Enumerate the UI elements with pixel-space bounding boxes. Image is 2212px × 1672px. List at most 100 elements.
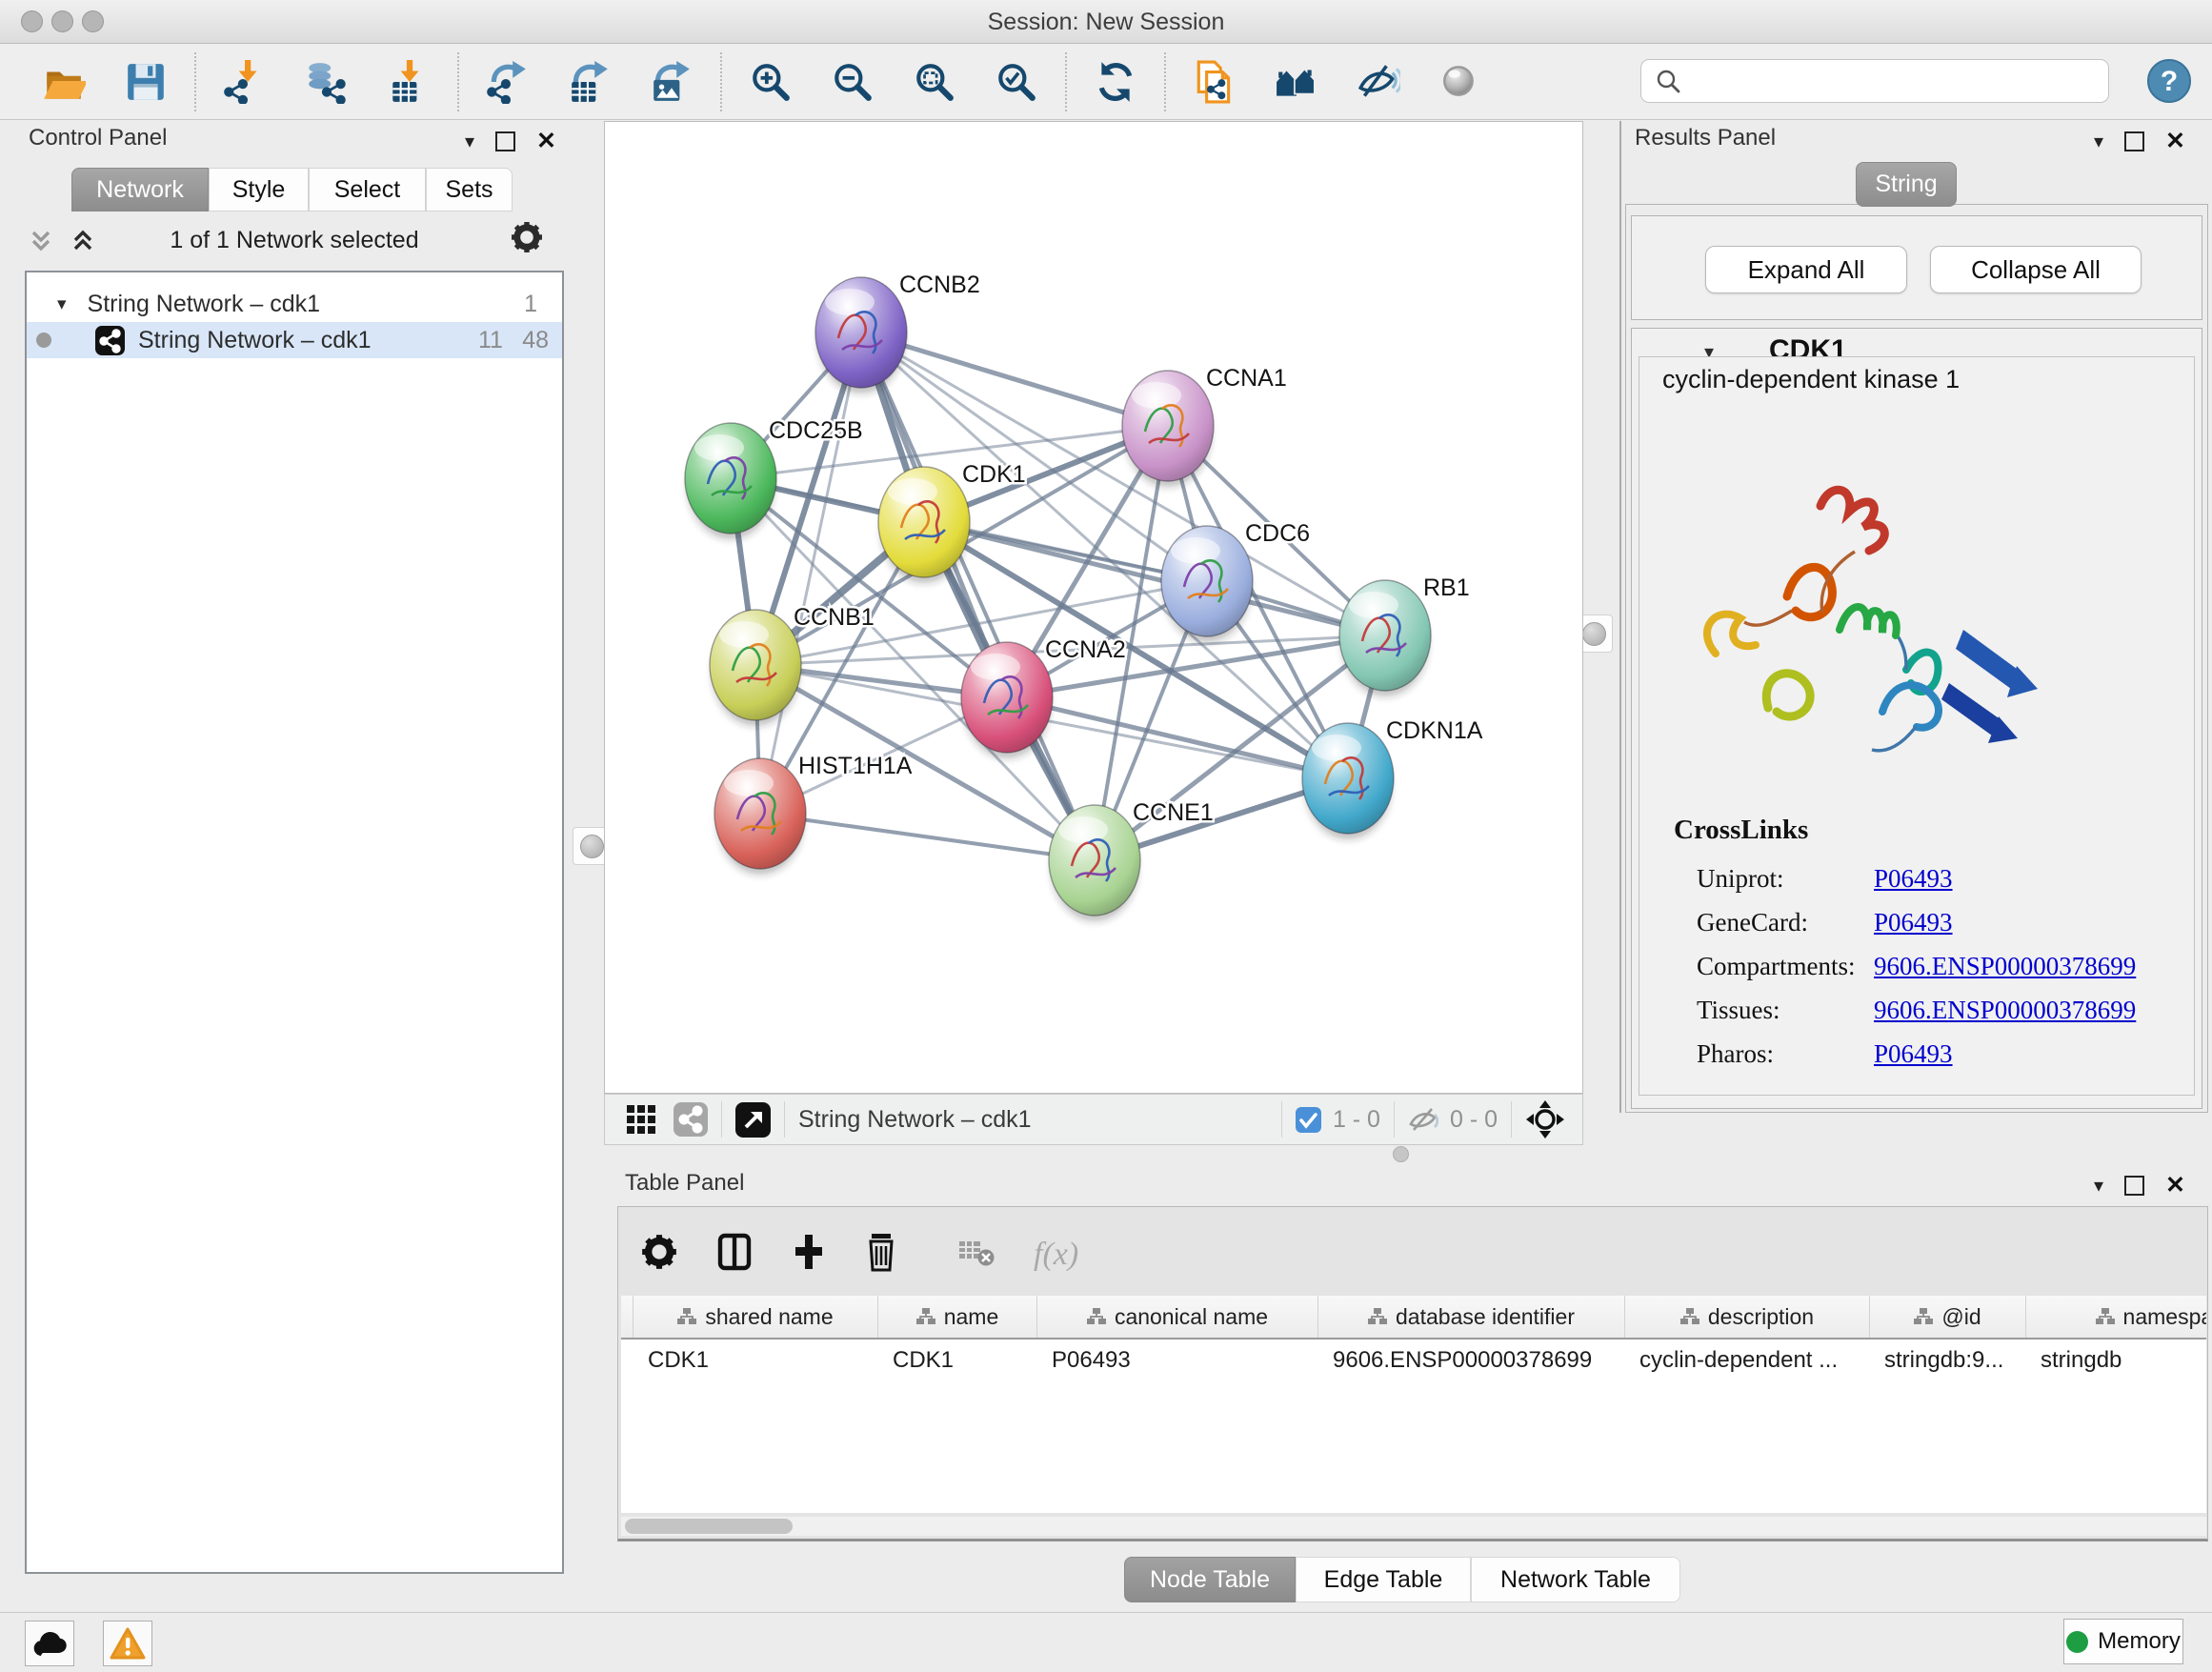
panel-close-icon[interactable]: ✕ <box>536 130 556 153</box>
import-table-icon[interactable] <box>368 48 450 116</box>
network-row-selected[interactable]: String Network – cdk1 11 48 <box>27 322 562 358</box>
network-canvas[interactable]: CCNB2 CCNA1 CDC25B CDK1 CDC6 RB1 CCNB1 <box>604 121 1583 1094</box>
export-table-icon[interactable] <box>549 48 631 116</box>
zoom-selected-icon[interactable] <box>975 48 1057 116</box>
refresh-icon[interactable] <box>1075 48 1156 116</box>
network-node-CCNE1[interactable]: CCNE1 <box>1049 799 1214 921</box>
toolbar-separator <box>194 52 196 111</box>
network-node-CDC6[interactable]: CDC6 <box>1161 520 1310 642</box>
tab-node-table[interactable]: Node Table <box>1124 1557 1296 1602</box>
network-node-CCNB1[interactable]: CCNB1 <box>710 604 875 726</box>
sphere-icon[interactable] <box>1419 48 1501 116</box>
bottom-splitter-grip[interactable] <box>1393 1146 1409 1162</box>
tab-string[interactable]: String <box>1856 162 1957 207</box>
node-label: HIST1H1A <box>798 753 913 779</box>
help-button[interactable]: ? <box>2145 57 2193 110</box>
import-network-icon[interactable] <box>204 48 286 116</box>
document-network-icon[interactable] <box>1174 48 1256 116</box>
network-options-gear-icon[interactable] <box>511 221 543 258</box>
table-cell[interactable]: CDK1 <box>633 1340 877 1381</box>
collection-label: String Network – cdk1 <box>88 291 321 318</box>
tab-style[interactable]: Style <box>209 168 309 212</box>
cloud-button[interactable] <box>25 1621 74 1666</box>
network-node-CCNA1[interactable]: CCNA1 <box>1122 365 1287 487</box>
crosslink-link[interactable]: 9606.ENSP00000378699 <box>1874 952 2136 981</box>
panel-menu-icon[interactable]: ▾ <box>465 132 474 151</box>
delete-column-icon[interactable] <box>864 1232 898 1277</box>
zoom-in-icon[interactable] <box>730 48 812 116</box>
table-h-scrollbar[interactable] <box>621 1517 2206 1536</box>
table-cell[interactable]: CDK1 <box>877 1340 1036 1381</box>
export-network-icon[interactable] <box>467 48 549 116</box>
network-node-CDC25B[interactable]: CDC25B <box>685 417 863 539</box>
panel-close-icon[interactable]: ✕ <box>2165 130 2185 153</box>
zoom-fit-icon[interactable] <box>894 48 975 116</box>
crosslink-link[interactable]: P06493 <box>1874 908 1953 937</box>
panel-menu-icon[interactable]: ▾ <box>2094 132 2103 151</box>
selected-checkbox-icon[interactable] <box>1296 1107 1321 1133</box>
show-columns-icon[interactable] <box>715 1233 754 1276</box>
add-column-icon[interactable] <box>792 1233 826 1276</box>
open-session-icon[interactable] <box>23 48 105 116</box>
network-node-CDKN1A[interactable]: CDKN1A <box>1302 717 1483 839</box>
crosslink-link[interactable]: 9606.ENSP00000378699 <box>1874 996 2136 1025</box>
table-cell[interactable]: stringdb <box>2025 1340 2206 1381</box>
node-table[interactable]: shared namenamecanonical namedatabase id… <box>621 1296 2206 1513</box>
neighbors-houses-icon[interactable] <box>1256 48 1337 116</box>
tab-select[interactable]: Select <box>309 168 426 212</box>
hidden-eye-icon[interactable] <box>1408 1105 1440 1134</box>
table-cell[interactable]: P06493 <box>1036 1340 1317 1381</box>
panel-float-icon[interactable] <box>2124 1176 2144 1196</box>
save-session-icon[interactable] <box>105 48 187 116</box>
export-image-icon[interactable] <box>631 48 713 116</box>
tree-expander-icon[interactable]: ▾ <box>57 293 67 315</box>
network-collection-row[interactable]: ▾ String Network – cdk1 1 <box>27 286 562 322</box>
column-header-shared-name[interactable]: shared name <box>633 1296 878 1338</box>
panel-float-icon[interactable] <box>2124 131 2144 151</box>
crosslink-link[interactable]: P06493 <box>1874 864 1953 894</box>
birds-eye-icon[interactable] <box>1525 1099 1565 1139</box>
warning-icon <box>109 1626 147 1661</box>
column-header-canonical-name[interactable]: canonical name <box>1037 1296 1318 1338</box>
column-header--id[interactable]: @id <box>1870 1296 2026 1338</box>
scrollbar-thumb[interactable] <box>625 1519 793 1534</box>
tab-sets[interactable]: Sets <box>426 168 513 212</box>
crosslink-label: Uniprot: <box>1697 864 1874 894</box>
zoom-out-icon[interactable] <box>812 48 894 116</box>
warning-button[interactable] <box>103 1621 152 1666</box>
search-input[interactable] <box>1691 62 2108 100</box>
collapse-all-button[interactable]: Collapse All <box>1930 246 2142 293</box>
tab-network-table[interactable]: Network Table <box>1471 1557 1680 1602</box>
table-cell[interactable]: 9606.ENSP00000378699 <box>1317 1340 1624 1381</box>
panel-menu-icon[interactable]: ▾ <box>2094 1177 2103 1196</box>
table-settings-gear-icon[interactable] <box>641 1234 677 1275</box>
column-header-database-identifier[interactable]: database identifier <box>1318 1296 1625 1338</box>
network-node-CCNB2[interactable]: CCNB2 <box>815 272 980 393</box>
import-database-icon[interactable] <box>286 48 368 116</box>
delete-table-icon[interactable] <box>957 1236 995 1273</box>
column-header-description[interactable]: description <box>1625 1296 1870 1338</box>
tab-network[interactable]: Network <box>71 168 209 212</box>
share-view-icon[interactable] <box>674 1102 708 1137</box>
memory-button[interactable]: Memory <box>2063 1619 2183 1664</box>
network-selection-status: 1 of 1 Network selected <box>25 227 564 254</box>
panel-float-icon[interactable] <box>495 131 515 151</box>
search-box[interactable] <box>1640 59 2109 103</box>
open-in-window-icon[interactable] <box>735 1102 771 1138</box>
table-cell[interactable]: cyclin-dependent ... <box>1624 1340 1869 1381</box>
crosslink-link[interactable]: P06493 <box>1874 1039 1953 1069</box>
expand-all-button[interactable]: Expand All <box>1705 246 1907 293</box>
network-edges[interactable] <box>731 332 1385 860</box>
table-row[interactable]: CDK1CDK1P064939606.ENSP00000378699cyclin… <box>621 1340 2206 1381</box>
network-node-HIST1H1A[interactable]: HIST1H1A <box>714 753 913 875</box>
table-cell[interactable]: stringdb:9... <box>1869 1340 2025 1381</box>
tab-edge-table[interactable]: Edge Table <box>1296 1557 1471 1602</box>
footer-network-title: String Network – cdk1 <box>798 1106 1032 1134</box>
column-header-namespace[interactable]: namespace <box>2026 1296 2206 1338</box>
hide-eye-icon[interactable] <box>1337 48 1419 116</box>
panel-close-icon[interactable]: ✕ <box>2165 1174 2185 1198</box>
network-node-RB1[interactable]: RB1 <box>1339 574 1470 696</box>
column-header-name[interactable]: name <box>878 1296 1037 1338</box>
function-builder-icon[interactable]: f(x) <box>1034 1237 1078 1273</box>
grid-view-icon[interactable] <box>626 1104 656 1135</box>
